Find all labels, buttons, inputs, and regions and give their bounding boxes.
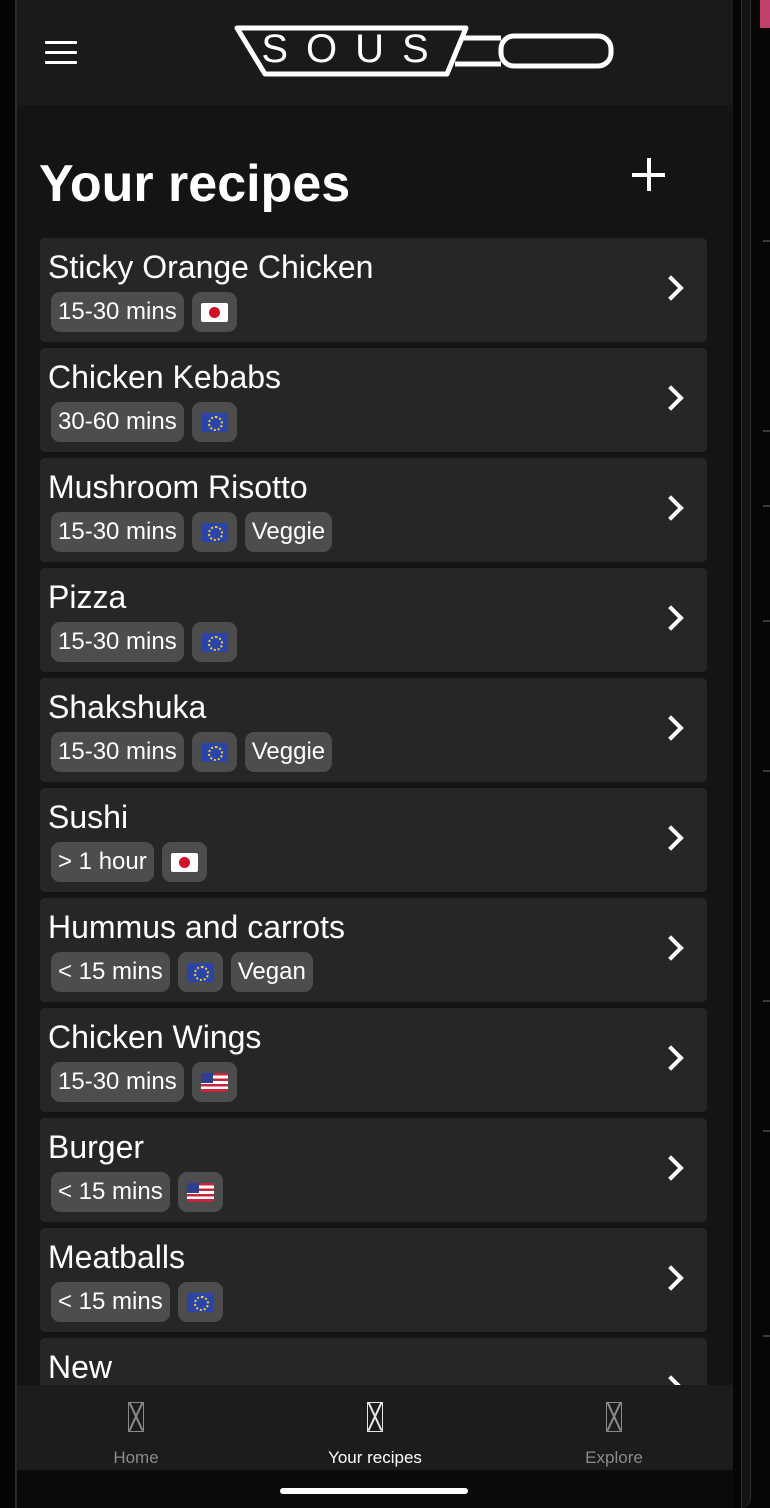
recipe-card[interactable]: Mushroom Risotto 15-30 mins Veggie xyxy=(40,458,707,562)
app-screen: SOUS Your recipes Sticky Orange Chicken 1… xyxy=(17,0,733,1470)
us-flag-icon xyxy=(186,1182,214,1202)
eu-flag-icon xyxy=(186,962,214,982)
recipe-name: Chicken Wings xyxy=(48,1019,262,1055)
recipe-tags: < 15 mins xyxy=(51,1282,223,1322)
cook-time-tag: < 15 mins xyxy=(51,1282,170,1322)
sous-logo: SOUS xyxy=(233,20,618,84)
nav-label: Your recipes xyxy=(328,1448,422,1467)
eu-flag-icon xyxy=(186,1292,214,1312)
logo-text: SOUS xyxy=(261,27,447,71)
nav-label: Home xyxy=(113,1448,159,1467)
diet-tag: Veggie xyxy=(244,732,333,772)
eu-flag-icon xyxy=(200,632,228,652)
recipe-card[interactable]: Sushi > 1 hour xyxy=(40,788,707,892)
cuisine-tag xyxy=(191,292,237,332)
cook-time-tag: 15-30 mins xyxy=(51,732,184,772)
device-frame-right xyxy=(733,0,770,1508)
recipe-name: Shakshuka xyxy=(48,689,207,725)
diet-tag: Vegan xyxy=(230,952,313,992)
recipe-name: New xyxy=(48,1349,113,1385)
cook-time-tag: < 15 mins xyxy=(51,1172,170,1212)
eu-flag-icon xyxy=(200,412,228,432)
bottom-navigation: Home Your recipes Explore xyxy=(17,1385,733,1470)
nav-label: Explore xyxy=(585,1448,643,1467)
cook-time-tag: 15-30 mins xyxy=(51,1062,184,1102)
chevron-right-icon xyxy=(658,1265,684,1291)
recipe-name: Burger xyxy=(48,1129,145,1165)
cuisine-tag xyxy=(177,1172,223,1212)
recipe-name: Meatballs xyxy=(48,1239,185,1275)
cuisine-tag xyxy=(191,512,237,552)
chevron-right-icon xyxy=(658,275,684,301)
cuisine-tag xyxy=(191,402,237,442)
recipe-tags: 15-30 mins xyxy=(51,622,237,662)
us-flag-icon xyxy=(200,1072,228,1092)
app-header: SOUS xyxy=(17,0,733,105)
cook-time-tag: < 15 mins xyxy=(51,952,170,992)
cook-time-tag: 15-30 mins xyxy=(51,512,184,552)
add-recipe-plus-icon[interactable] xyxy=(629,150,671,198)
home-indicator[interactable] xyxy=(280,1488,468,1494)
recipe-name: Pizza xyxy=(48,579,127,615)
cuisine-tag xyxy=(177,1282,223,1322)
missing-glyph-icon xyxy=(128,1402,144,1432)
cuisine-tag xyxy=(161,842,207,882)
recipe-tags: 15-30 mins xyxy=(51,1062,237,1102)
japan-flag-icon xyxy=(200,302,228,322)
recipe-card[interactable]: Meatballs < 15 mins xyxy=(40,1228,707,1332)
cuisine-tag xyxy=(177,952,223,992)
recipe-tags: < 15 mins Vegan xyxy=(51,952,313,992)
chevron-right-icon xyxy=(658,385,684,411)
recipe-card[interactable]: Shakshuka 15-30 mins Veggie xyxy=(40,678,707,782)
recipe-name: Hummus and carrots xyxy=(48,909,345,945)
cook-time-tag: 15-30 mins xyxy=(51,292,184,332)
recipe-card[interactable]: Hummus and carrots < 15 mins Vegan xyxy=(40,898,707,1002)
chevron-right-icon xyxy=(658,1155,684,1181)
missing-glyph-icon xyxy=(367,1402,383,1432)
recipe-tags: 15-30 mins Veggie xyxy=(51,512,333,552)
recipe-tags: 15-30 mins xyxy=(51,292,237,332)
chevron-right-icon xyxy=(658,715,684,741)
chevron-right-icon xyxy=(658,605,684,631)
missing-glyph-icon xyxy=(606,1402,622,1432)
nav-item-your-recipes[interactable]: Your recipes xyxy=(275,1385,475,1470)
chevron-right-icon xyxy=(658,935,684,961)
japan-flag-icon xyxy=(170,852,198,872)
recipe-tags: 15-30 mins Veggie xyxy=(51,732,333,772)
eu-flag-icon xyxy=(200,742,228,762)
recipe-tags: 30-60 mins xyxy=(51,402,237,442)
eu-flag-icon xyxy=(200,522,228,542)
cuisine-tag xyxy=(191,1062,237,1102)
diet-tag: Veggie xyxy=(244,512,333,552)
cook-time-tag: 30-60 mins xyxy=(51,402,184,442)
recipe-card[interactable]: Chicken Wings 15-30 mins xyxy=(40,1008,707,1112)
recipe-card[interactable]: Chicken Kebabs 30-60 mins xyxy=(40,348,707,452)
recipe-card[interactable]: Pizza 15-30 mins xyxy=(40,568,707,672)
recipe-name: Chicken Kebabs xyxy=(48,359,282,395)
cuisine-tag xyxy=(191,622,237,662)
recipe-tags: < 15 mins xyxy=(51,1172,223,1212)
device-frame-left xyxy=(0,0,17,1508)
recipe-name: Sushi xyxy=(48,799,129,835)
chevron-right-icon xyxy=(658,825,684,851)
recipe-name: Mushroom Risotto xyxy=(48,469,308,505)
recipe-list: Sticky Orange Chicken 15-30 mins Chicken K… xyxy=(40,238,707,1448)
cook-time-tag: 15-30 mins xyxy=(51,622,184,662)
recipe-card[interactable]: Burger < 15 mins xyxy=(40,1118,707,1222)
recipe-tags: > 1 hour xyxy=(51,842,207,882)
chevron-right-icon xyxy=(658,1045,684,1071)
cook-time-tag: > 1 hour xyxy=(51,842,154,882)
cuisine-tag xyxy=(191,732,237,772)
page-title: Your recipes xyxy=(39,155,351,213)
recipe-name: Sticky Orange Chicken xyxy=(48,249,374,285)
nav-item-home[interactable]: Home xyxy=(36,1385,236,1470)
chevron-right-icon xyxy=(658,495,684,521)
recipe-card[interactable]: Sticky Orange Chicken 15-30 mins xyxy=(40,238,707,342)
nav-item-explore[interactable]: Explore xyxy=(514,1385,714,1470)
hamburger-menu-icon[interactable] xyxy=(45,41,79,69)
